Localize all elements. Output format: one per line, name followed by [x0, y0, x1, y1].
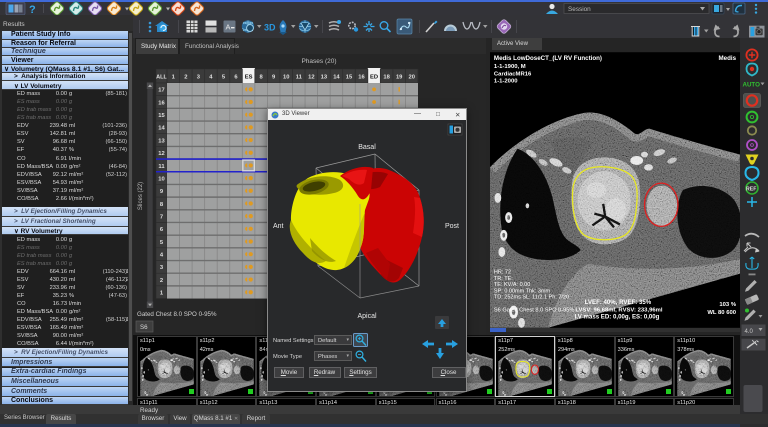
svg-text:Medis: Medis [719, 55, 737, 62]
svg-text:7: 7 [160, 215, 163, 221]
svg-text:LV mass ED: 0,00g, ES: 0,00g: LV mass ED: 0,00g, ES: 0,00g [575, 313, 660, 320]
svg-text:12: 12 [308, 75, 314, 81]
svg-text:S6 Gated Chest 8.0 SPO 0-95%: S6 Gated Chest 8.0 SPO 0-95% [494, 308, 574, 314]
svg-text:16: 16 [158, 100, 165, 106]
svg-text:10: 10 [283, 75, 289, 81]
svg-text:14: 14 [158, 126, 165, 132]
svg-text:1-1-1900, M: 1-1-1900, M [494, 64, 526, 70]
svg-text:Gated Chest 8.0 SPO 0-95%: Gated Chest 8.0 SPO 0-95% [137, 311, 217, 318]
svg-text:3D: 3D [264, 23, 276, 33]
svg-text:HR: 72: HR: 72 [494, 270, 511, 276]
svg-text:103 %: 103 % [719, 302, 736, 308]
svg-text:4.0: 4.0 [745, 329, 754, 335]
svg-text:WL 80 600: WL 80 600 [707, 310, 736, 316]
svg-text:CardiacMR16: CardiacMR16 [494, 71, 532, 77]
svg-text:A: A [226, 23, 231, 32]
svg-text:LVEF: 40%, RVEF: 35%: LVEF: 40%, RVEF: 35% [585, 299, 652, 306]
svg-text:17: 17 [158, 88, 164, 94]
svg-text:TD: 252ms SL: 11/2.1 Ph: 7/20: TD: 252ms SL: 11/2.1 Ph: 7/20 [494, 294, 569, 300]
svg-text:SP: 0.00mm Thk: 3mm: SP: 0.00mm Thk: 3mm [494, 288, 551, 294]
svg-text:19: 19 [396, 75, 403, 81]
svg-text:20: 20 [408, 75, 414, 81]
svg-text:18: 18 [383, 75, 390, 81]
svg-text:ED: ED [370, 75, 378, 81]
svg-text:15: 15 [346, 75, 353, 81]
svg-text:S6: S6 [140, 324, 148, 331]
svg-text:14: 14 [333, 75, 340, 81]
svg-text:2: 2 [184, 75, 187, 81]
svg-text:AUTO: AUTO [743, 82, 761, 89]
svg-text:Session: Session [568, 6, 591, 13]
svg-text:11: 11 [158, 164, 165, 170]
svg-text:Phases (20): Phases (20) [301, 58, 336, 65]
svg-text:13: 13 [321, 75, 328, 81]
svg-text:Slices (22): Slices (22) [138, 182, 144, 210]
svg-text:REF: REF [746, 187, 756, 193]
svg-text:10: 10 [158, 176, 164, 182]
svg-text:11: 11 [296, 75, 303, 81]
svg-text:Apical: Apical [357, 313, 377, 320]
svg-text:1-1-2000: 1-1-2000 [494, 79, 518, 85]
svg-text:12: 12 [158, 151, 164, 157]
svg-text:TE: KV/A: 0.00: TE: KV/A: 0.00 [494, 282, 530, 288]
svg-text:TR: TE:: TR: TE: [494, 276, 513, 282]
svg-text:13: 13 [158, 138, 165, 144]
svg-text:Basal: Basal [358, 144, 376, 151]
svg-text:ES: ES [245, 75, 253, 81]
svg-text:15: 15 [158, 113, 165, 119]
svg-text:Medis LowDoseCT_(LV RV Functio: Medis LowDoseCT_(LV RV Function) [494, 55, 602, 62]
svg-text:ALL: ALL [156, 75, 167, 81]
svg-text:Post: Post [445, 223, 459, 230]
svg-text:2: 2 [160, 278, 163, 284]
svg-text:16: 16 [358, 75, 365, 81]
svg-text:Ant: Ant [273, 223, 284, 230]
